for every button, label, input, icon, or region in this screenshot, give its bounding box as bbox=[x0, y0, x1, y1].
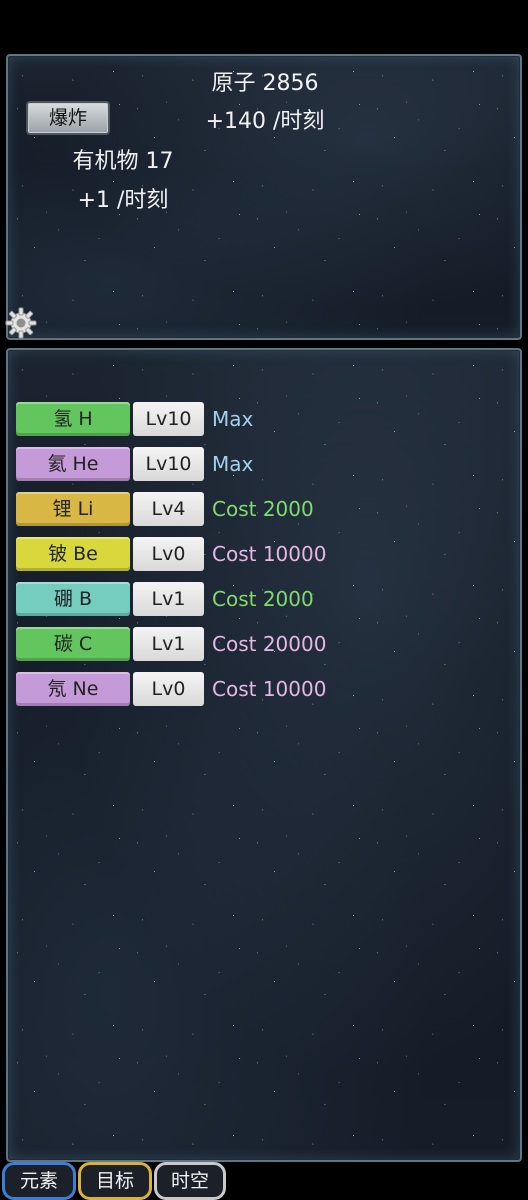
element-button-be[interactable]: 铍 Be bbox=[16, 537, 130, 571]
atoms-rate: +140 /时刻 bbox=[205, 109, 325, 134]
element-status-h: Max bbox=[212, 407, 254, 431]
element-level-b: Lv1 bbox=[133, 582, 204, 616]
element-level-li: Lv4 bbox=[133, 492, 204, 526]
organics-rate: +1 /时刻 bbox=[77, 188, 169, 213]
tab-goals[interactable]: 目标 bbox=[78, 1162, 152, 1200]
element-status-he: Max bbox=[212, 452, 254, 476]
tab-spacetime[interactable]: 时空 bbox=[154, 1162, 226, 1200]
element-status-b: Cost 2000 bbox=[212, 587, 314, 611]
element-status-li: Cost 2000 bbox=[212, 497, 314, 521]
element-button-li[interactable]: 锂 Li bbox=[16, 492, 130, 526]
element-button-c[interactable]: 碳 C bbox=[16, 627, 130, 661]
organics-count: 有机物 17 bbox=[72, 149, 174, 174]
element-status-be: Cost 10000 bbox=[212, 542, 327, 566]
tab-elements[interactable]: 元素 bbox=[2, 1162, 76, 1200]
element-level-ne: Lv0 bbox=[133, 672, 204, 706]
element-level-h: Lv10 bbox=[133, 402, 204, 436]
element-button-he[interactable]: 氦 He bbox=[16, 447, 130, 481]
gear-icon[interactable] bbox=[4, 306, 38, 340]
element-button-h[interactable]: 氢 H bbox=[16, 402, 130, 436]
element-button-b[interactable]: 硼 B bbox=[16, 582, 130, 616]
atoms-count: 原子 2856 bbox=[211, 71, 319, 96]
element-level-he: Lv10 bbox=[133, 447, 204, 481]
element-level-c: Lv1 bbox=[133, 627, 204, 661]
game-screen: 原子 2856 +140 /时刻 有机物 17 +1 /时刻 爆炸 氢 H Lv… bbox=[0, 0, 528, 1200]
status-bar bbox=[0, 0, 528, 48]
element-level-be: Lv0 bbox=[133, 537, 204, 571]
element-status-c: Cost 20000 bbox=[212, 632, 327, 656]
element-status-ne: Cost 10000 bbox=[212, 677, 327, 701]
element-button-ne[interactable]: 氖 Ne bbox=[16, 672, 130, 706]
explode-button[interactable]: 爆炸 bbox=[26, 101, 110, 135]
